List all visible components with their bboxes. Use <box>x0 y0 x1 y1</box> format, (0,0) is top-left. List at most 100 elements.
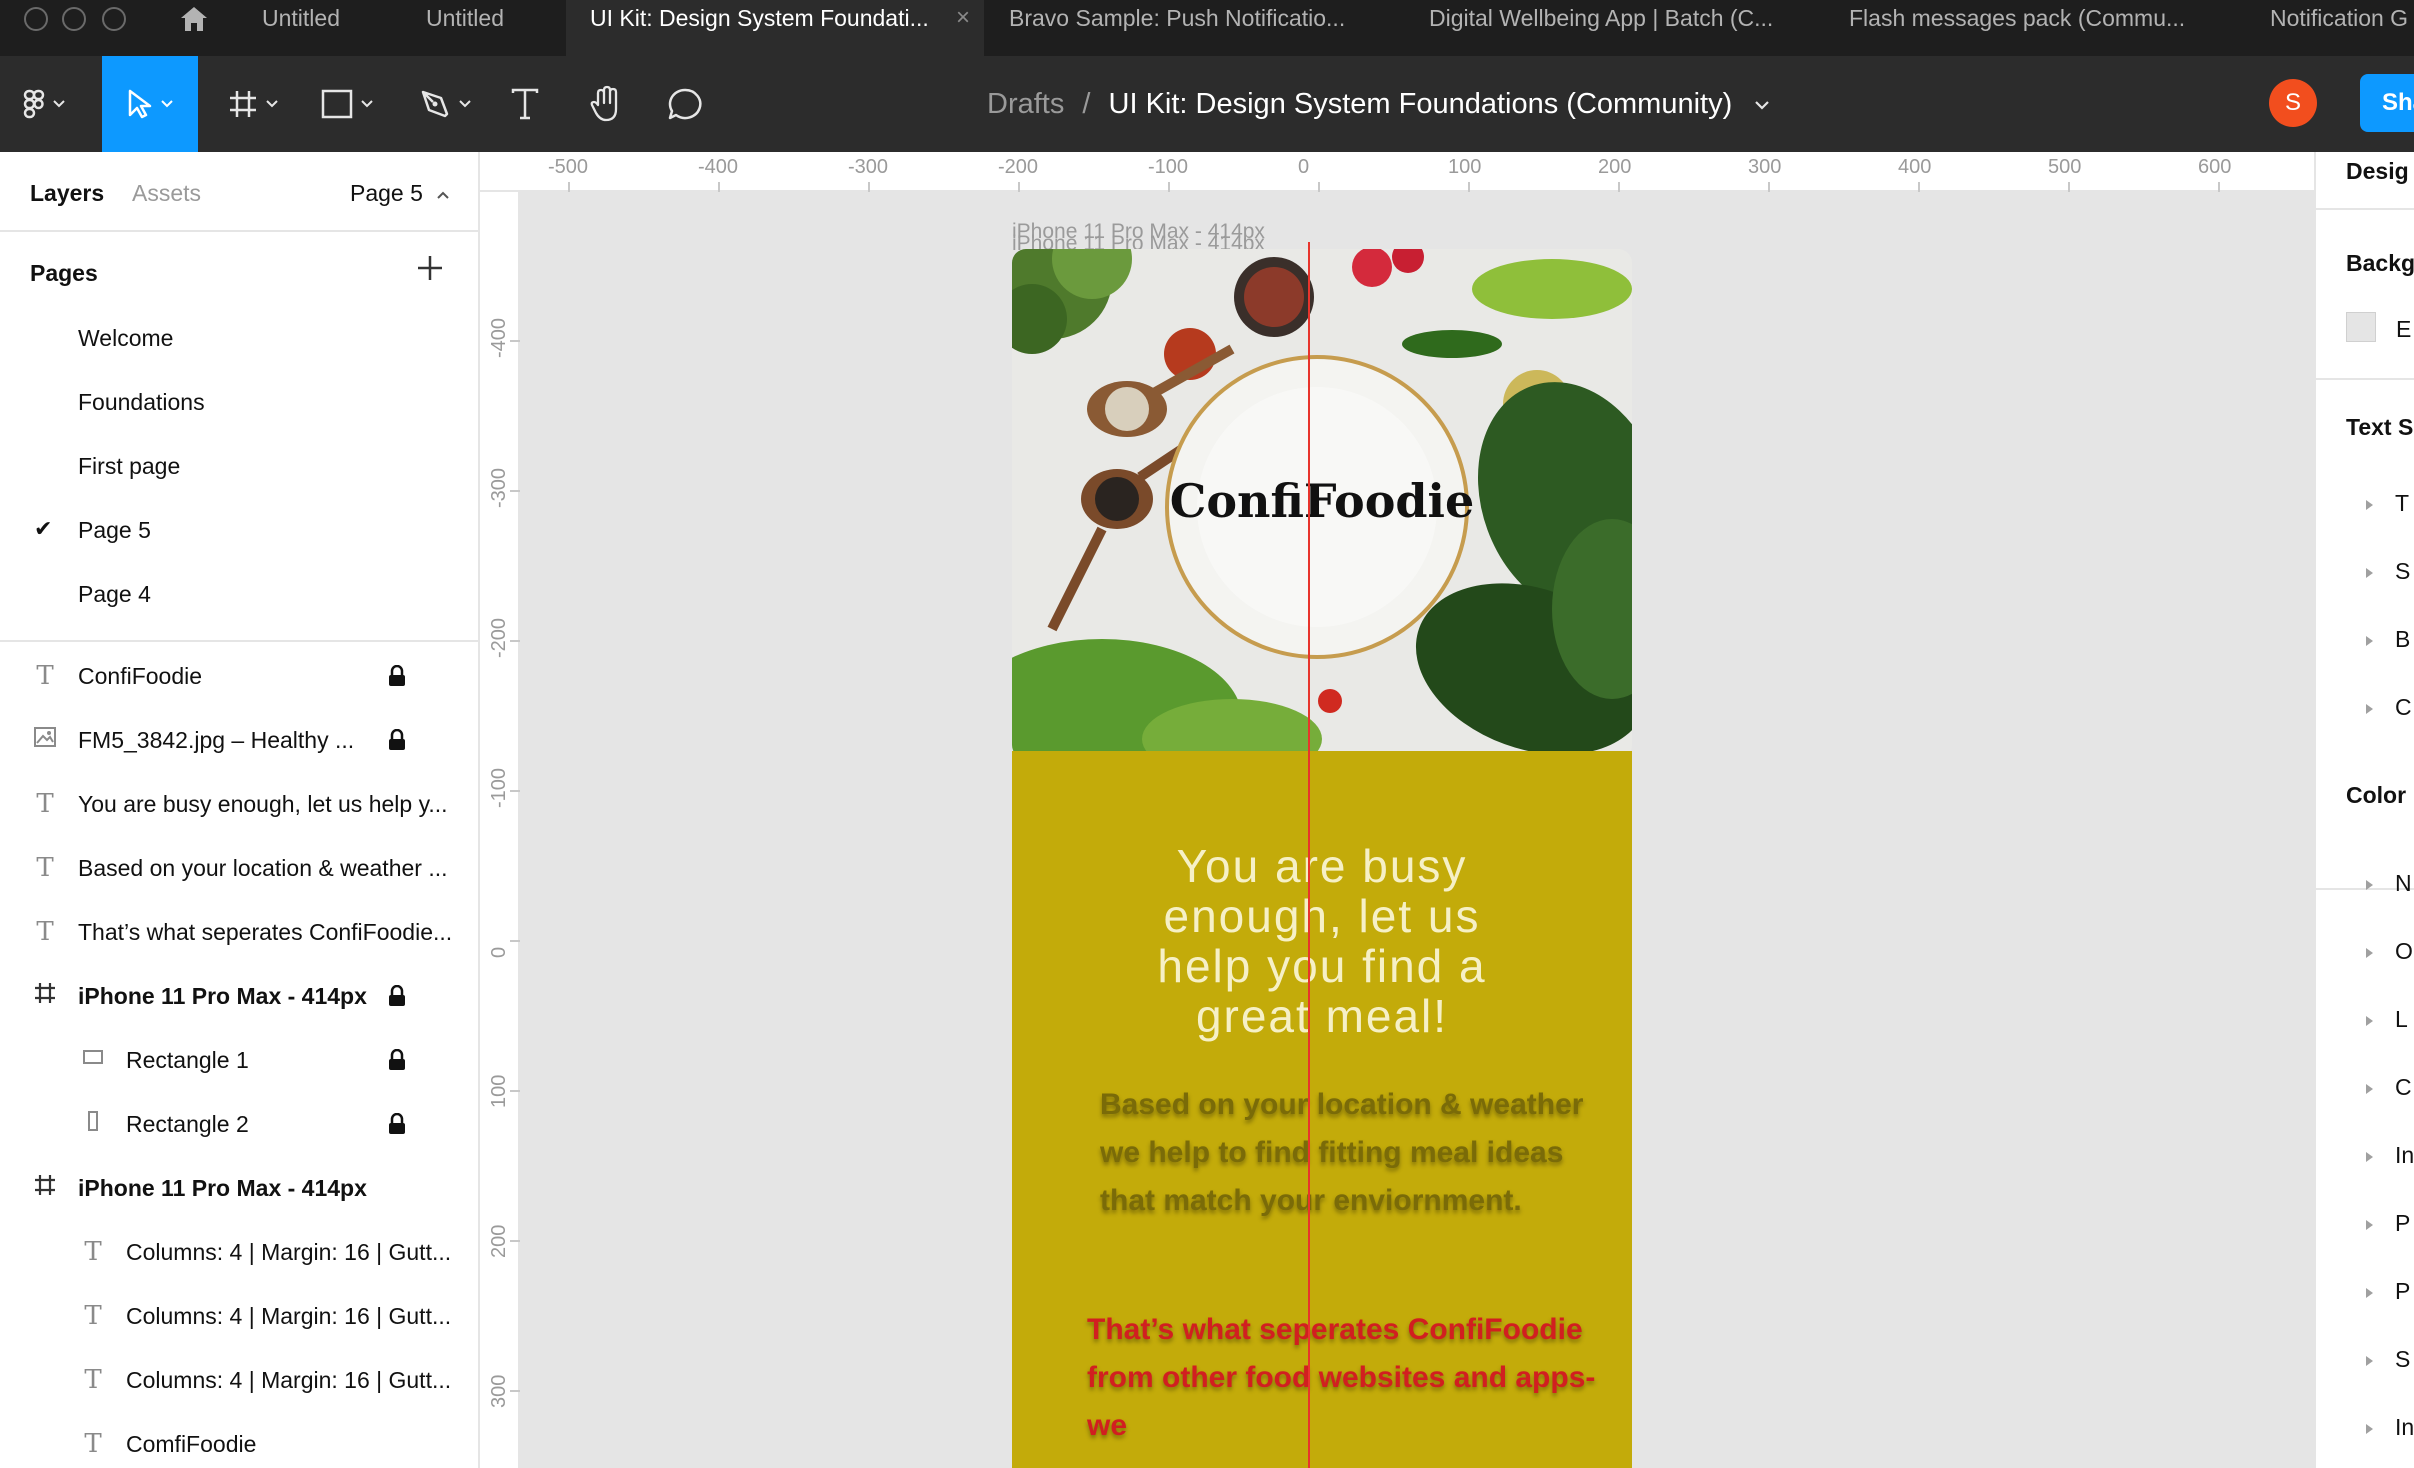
text-style-row[interactable]: T <box>2366 490 2409 517</box>
canvas[interactable]: iPhone 11 Pro Max - 414px iPhone 11 Pro … <box>520 192 2314 1468</box>
layer-row[interactable]: iPhone 11 Pro Max - 414px <box>0 977 478 1017</box>
layer-row[interactable]: T You are busy enough, let us help y... <box>0 785 478 825</box>
tab-untitled-1[interactable]: Untitled <box>262 0 422 56</box>
color-style-row[interactable]: O <box>2366 938 2413 965</box>
layer-row[interactable]: T That’s what seperates ConfiFoodie... <box>0 913 478 953</box>
lock-icon[interactable] <box>388 1112 408 1137</box>
comment-tool-button[interactable] <box>660 56 710 152</box>
chevron-down-icon[interactable] <box>1754 100 1770 110</box>
tab-bravo-sample[interactable]: Bravo Sample: Push Notificatio... <box>1009 0 1369 56</box>
expand-triangle-icon <box>2366 567 2373 578</box>
tagline-text[interactable]: You are busy enough, let us help you fin… <box>1112 841 1532 1041</box>
frame-icon <box>30 981 60 1011</box>
text-style-row[interactable]: C <box>2366 694 2412 721</box>
color-style-row[interactable]: In <box>2366 1414 2414 1441</box>
tab-assets[interactable]: Assets <box>132 180 201 207</box>
design-tab[interactable]: Desig <box>2346 158 2409 185</box>
ruler-label: -500 <box>548 156 589 178</box>
breadcrumb-parent[interactable]: Drafts <box>987 88 1064 120</box>
text-style-name: S <box>2395 558 2411 584</box>
layer-row[interactable]: Rectangle 2 <box>0 1105 478 1145</box>
tab-label: Untitled <box>262 5 340 31</box>
lock-icon[interactable] <box>388 664 408 689</box>
page-item-foundations[interactable]: Foundations <box>78 389 205 416</box>
text-style-row[interactable]: B <box>2366 626 2410 653</box>
color-style-row[interactable]: In <box>2366 1142 2414 1169</box>
text-tool-button[interactable] <box>500 56 550 152</box>
horizontal-ruler: -500 -400 -300 -200 -100 0 100 200 300 400 500 600 <box>480 152 2314 192</box>
layer-row[interactable]: Rectangle 1 <box>0 1041 478 1081</box>
layer-row[interactable]: T ComfiFoodie <box>0 1425 478 1465</box>
color-styles-heading: Color <box>2346 782 2407 808</box>
window-minimize-control[interactable] <box>62 7 86 31</box>
text-style-row[interactable]: S <box>2366 558 2410 585</box>
text-t-icon <box>511 88 539 120</box>
lock-icon[interactable] <box>388 728 408 753</box>
color-style-name: P <box>2395 1210 2411 1236</box>
home-button[interactable] <box>174 2 214 36</box>
ruler-tick <box>1318 182 1320 192</box>
lock-icon[interactable] <box>388 1048 408 1073</box>
color-style-name: C <box>2395 1074 2412 1100</box>
tab-layers[interactable]: Layers <box>30 180 104 207</box>
color-style-row[interactable]: P <box>2366 1210 2410 1237</box>
tab-digital-wellbeing[interactable]: Digital Wellbeing App | Batch (C... <box>1429 0 1789 56</box>
tab-untitled-2[interactable]: Untitled <box>426 0 586 56</box>
move-tool-button[interactable] <box>102 56 198 152</box>
share-button[interactable]: Sha <box>2360 74 2414 132</box>
chevron-down-icon <box>459 100 471 108</box>
yellow-content-panel[interactable]: You are busy enough, let us help you fin… <box>1012 751 1632 1468</box>
text-icon: T <box>36 661 54 691</box>
window-close-control[interactable] <box>24 7 48 31</box>
expand-triangle-icon <box>2366 879 2373 890</box>
main-menu-button[interactable] <box>14 56 74 152</box>
ruler-label: 300 <box>488 1374 510 1408</box>
lock-icon[interactable] <box>388 984 408 1009</box>
location-weather-text[interactable]: Based on your location & weather we help… <box>1100 1081 1600 1225</box>
shape-tool-button[interactable] <box>312 56 382 152</box>
layer-row[interactable]: T Based on your location & weather ... <box>0 849 478 889</box>
hand-tool-button[interactable] <box>578 56 634 152</box>
window-zoom-control[interactable] <box>102 7 126 31</box>
add-page-icon[interactable] <box>414 252 446 284</box>
frame-tool-button[interactable] <box>218 56 288 152</box>
page-item-page-4[interactable]: Page 4 <box>78 581 151 608</box>
layer-row[interactable]: T ConfiFoodie <box>0 657 478 697</box>
tab-label: Untitled <box>426 5 504 31</box>
avatar[interactable]: S <box>2269 79 2317 127</box>
ruler-tick <box>1018 182 1020 192</box>
tab-notification[interactable]: Notification G <box>2270 0 2414 56</box>
tab-flash-messages[interactable]: Flash messages pack (Commu... <box>1849 0 2209 56</box>
page-item-first-page[interactable]: First page <box>78 453 180 480</box>
color-style-row[interactable]: S <box>2366 1346 2410 1373</box>
layer-name: Rectangle 2 <box>126 1111 249 1137</box>
background-value[interactable]: E <box>2396 316 2411 343</box>
text-icon: T <box>36 789 54 819</box>
page-item-welcome[interactable]: Welcome <box>78 325 173 352</box>
page-item-page-5[interactable]: Page 5 <box>78 517 151 544</box>
layer-row[interactable]: T Columns: 4 | Margin: 16 | Gutt... <box>0 1233 478 1273</box>
color-style-name: In <box>2395 1142 2414 1168</box>
ruler-tick <box>2068 182 2070 192</box>
tab-ui-kit[interactable]: UI Kit: Design System Foundati... × <box>566 0 984 56</box>
differentiator-text[interactable]: That’s what seperates ConfiFoodie from o… <box>1087 1306 1632 1450</box>
color-style-row[interactable]: N <box>2366 870 2412 897</box>
food-hero-image[interactable]: ConfiFoodie <box>1012 249 1632 759</box>
color-style-row[interactable]: L <box>2366 1006 2408 1033</box>
background-swatch[interactable] <box>2346 312 2376 342</box>
brand-logo-text[interactable]: ConfiFoodie <box>1012 474 1632 528</box>
layer-row[interactable]: T Columns: 4 | Margin: 16 | Gutt... <box>0 1361 478 1401</box>
layer-row[interactable]: iPhone 11 Pro Max - 414px <box>0 1169 478 1209</box>
tab-label: UI Kit: Design System Foundati... <box>590 5 929 31</box>
color-style-row[interactable]: C <box>2366 1074 2412 1101</box>
ruler-label: 0 <box>1298 156 1310 178</box>
page-selector[interactable]: Page 5 <box>350 180 450 207</box>
ruler-label: -100 <box>488 767 510 808</box>
pen-tool-button[interactable] <box>410 56 480 152</box>
layer-row[interactable]: FM5_3842.jpg – Healthy ... <box>0 721 478 761</box>
layer-row[interactable]: T Columns: 4 | Margin: 16 | Gutt... <box>0 1297 478 1337</box>
color-style-row[interactable]: P <box>2366 1278 2410 1305</box>
rectangle-icon <box>321 89 353 119</box>
file-title[interactable]: UI Kit: Design System Foundations (Commu… <box>1109 88 1733 120</box>
close-tab-icon[interactable]: × <box>956 0 970 36</box>
